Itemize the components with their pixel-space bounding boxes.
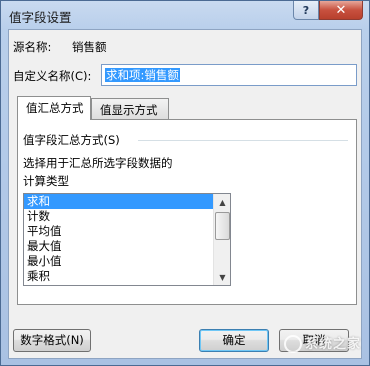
value-field-settings-dialog: 值字段设置 ? ✕ 源名称: 销售额 自定义名称(C): 求和项:销售额 值汇总… <box>0 0 370 366</box>
list-item-product[interactable]: 乘积 <box>24 269 214 284</box>
custom-name-label: 自定义名称(C): <box>13 69 92 83</box>
dialog-body: 源名称: 销售额 自定义名称(C): 求和项:销售额 值汇总方式 值显示方式 值… <box>8 29 362 359</box>
list-item-sum[interactable]: 求和 <box>24 194 214 209</box>
scroll-up-icon[interactable]: ▲ <box>215 194 230 210</box>
tab-label: 值显示方式 <box>100 103 158 117</box>
list-item-max[interactable]: 最大值 <box>24 239 214 254</box>
custom-name-value: 求和项:销售额 <box>105 68 180 82</box>
list-item-count[interactable]: 计数 <box>24 209 214 224</box>
tab-summarize-values-by[interactable]: 值汇总方式 <box>17 96 91 120</box>
tab-show-values-as[interactable]: 值显示方式 <box>91 98 169 120</box>
number-format-button[interactable]: 数字格式(N) <box>13 329 91 352</box>
dialog-title: 值字段设置 <box>9 10 72 25</box>
tab-label: 值汇总方式 <box>26 101 84 115</box>
source-name-label: 源名称: <box>13 40 52 54</box>
description-line-2: 计算类型 <box>23 174 69 188</box>
watermark-icon <box>283 335 302 353</box>
scroll-down-icon[interactable]: ▼ <box>215 269 230 285</box>
group-divider <box>138 140 348 141</box>
source-name-value: 销售额 <box>72 40 107 54</box>
close-icon: ✕ <box>335 2 347 18</box>
ok-button[interactable]: 确定 <box>199 329 269 352</box>
scroll-thumb[interactable] <box>215 212 230 240</box>
tab-panel: 值字段汇总方式(S) 选择用于汇总所选字段数据的 计算类型 求和 计数 平均值 … <box>17 119 357 305</box>
calculation-type-list[interactable]: 求和 计数 平均值 最大值 最小值 乘积 ▲ ▼ <box>23 193 231 286</box>
description-line-1: 选择用于汇总所选字段数据的 <box>23 156 173 170</box>
watermark-logo: 系统之家 <box>283 333 361 353</box>
help-icon: ? <box>302 3 310 17</box>
list-scrollbar[interactable]: ▲ ▼ <box>213 194 230 285</box>
watermark-text: 系统之家 <box>304 336 361 352</box>
custom-name-input[interactable]: 求和项:销售额 <box>101 64 357 86</box>
close-button[interactable]: ✕ <box>319 1 363 20</box>
list-item-average[interactable]: 平均值 <box>24 224 214 239</box>
list-item-min[interactable]: 最小值 <box>24 254 214 269</box>
summarize-group-label: 值字段汇总方式(S) <box>23 133 120 147</box>
title-bar[interactable]: 值字段设置 ? ✕ <box>1 1 369 29</box>
help-button[interactable]: ? <box>293 1 319 20</box>
